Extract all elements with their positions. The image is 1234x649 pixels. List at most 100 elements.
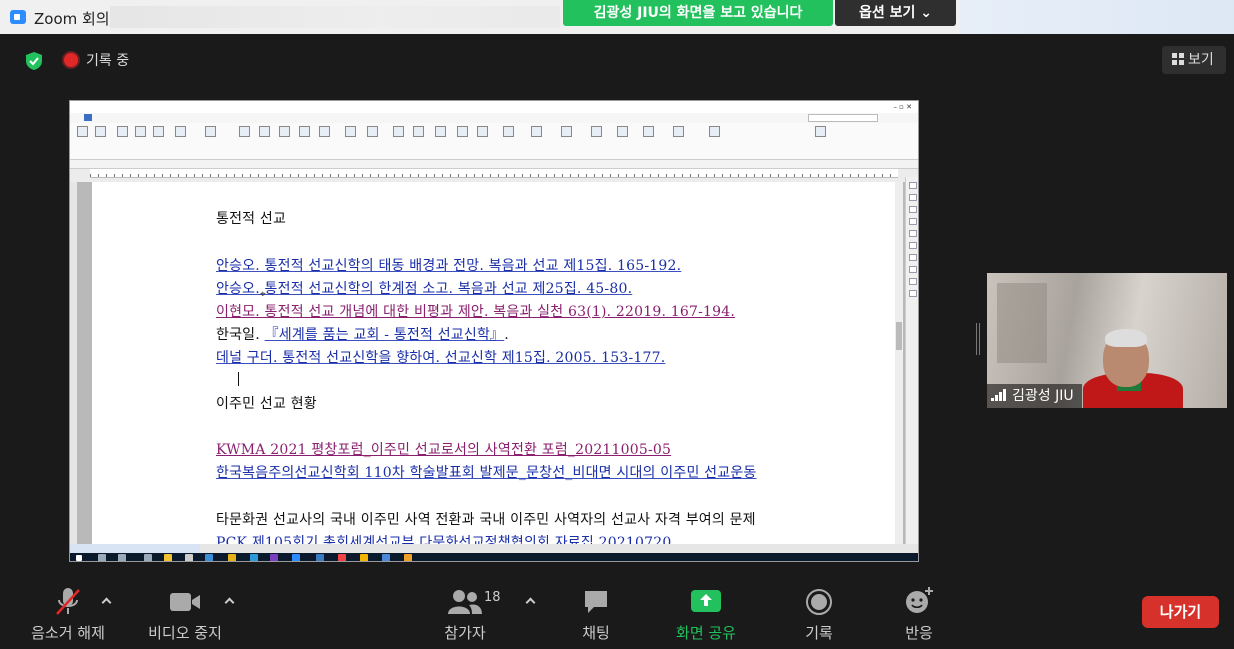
- hwp-side-toolbar: [905, 177, 918, 544]
- chat-button[interactable]: 채팅: [566, 582, 626, 649]
- doc-reference-link[interactable]: 『세계를 품는 교회 - 통전적 선교신학』: [265, 327, 505, 343]
- ribbon-tool-icon: [342, 126, 358, 139]
- ribbon-tool-icon: [296, 126, 312, 139]
- gallery-grid-icon: [1172, 53, 1184, 65]
- record-label: 기록: [805, 624, 833, 642]
- ribbon-tool-icon: [558, 126, 574, 139]
- signal-strength-icon: [991, 389, 1007, 401]
- ribbon-tool-icon: [390, 126, 406, 139]
- unmute-button[interactable]: 음소거 해제: [26, 582, 110, 649]
- muted-microphone-icon: [56, 588, 80, 615]
- document-scrollbar[interactable]: [895, 182, 903, 544]
- doc-reference-link[interactable]: 안승오. 통전적 선교신학의 태동 배경과 전망. 복음과 선교 제15집. 1…: [216, 255, 681, 275]
- zoom-logo-icon: [10, 10, 26, 24]
- record-icon: [806, 589, 832, 615]
- participants-button[interactable]: 18 참가자: [436, 582, 501, 649]
- unmute-label: 음소거 해제: [31, 624, 105, 642]
- video-options-chevron-icon[interactable]: [224, 596, 234, 606]
- shared-screen[interactable]: – ▫ ✕ 통전적 선교 안승오. 통전적 선교신학의 태동 배경과 전망. 복…: [69, 100, 919, 562]
- hwp-active-menu-tab: [84, 114, 92, 121]
- view-options-label: 옵션 보기: [858, 5, 916, 21]
- taskbar-app-icon: [250, 554, 258, 561]
- doc-reference-author: 한국일.: [216, 327, 265, 343]
- ribbon-tool-icon: [316, 126, 332, 139]
- ribbon-tool-icon: [114, 126, 130, 139]
- hwp-ribbon: [70, 123, 918, 160]
- chevron-down-icon: ⌄: [920, 5, 932, 21]
- ribbon-tool-icon: [202, 126, 218, 139]
- leave-button[interactable]: 나가기: [1142, 596, 1219, 628]
- doc-reference-link[interactable]: 데널 구더. 통전적 선교신학을 향하여. 선교신학 제15집. 2005. 1…: [216, 347, 665, 367]
- scrollbar-thumb[interactable]: [896, 322, 902, 350]
- ribbon-tool-icon: [256, 126, 272, 139]
- reaction-emoji-icon: [906, 587, 933, 613]
- ribbon-tool-icon: [640, 126, 656, 139]
- taskbar-app-icon: [228, 554, 236, 561]
- meeting-toolbar: 음소거 해제 비디오 중지 18 참가자 채팅 화면 공유 기록 반응: [0, 582, 1234, 649]
- doc-heading: 통전적 선교: [216, 211, 287, 227]
- ribbon-tool-icon: [276, 126, 292, 139]
- doc-reference-line: 한국일. 『세계를 품는 교회 - 통전적 선교신학』.: [216, 324, 509, 344]
- ribbon-tool-icon: [410, 126, 426, 139]
- ribbon-tool-icon: [150, 126, 166, 139]
- doc-reference-link[interactable]: KWMA 2021 평창포럼_이주민 선교로서의 사역전환 포럼_2021100…: [216, 439, 671, 459]
- hwp-titlebar: – ▫ ✕: [70, 101, 918, 113]
- doc-reference-link[interactable]: 이현모. 통전적 선교 개념에 대한 비평과 제안. 복음과 실천 63(1).…: [216, 301, 735, 321]
- record-dot-icon: [64, 53, 78, 67]
- participant-hair: [1105, 329, 1147, 347]
- taskbar-app-icon: [118, 554, 126, 561]
- document-area: 통전적 선교 안승오. 통전적 선교신학의 태동 배경과 전망. 복음과 선교 …: [70, 177, 918, 556]
- share-screen-button[interactable]: 화면 공유: [668, 582, 744, 649]
- doc-reference-link[interactable]: 안승오. 통전적 선교신학의 한계점 소고. 복음과 선교 제25집. 45-8…: [216, 278, 632, 298]
- participant-name: 김광성 JIU: [1012, 388, 1074, 404]
- ribbon-tool-icon: [92, 126, 108, 139]
- ribbon-tool-icon: [454, 126, 470, 139]
- view-options-button[interactable]: 옵션 보기 ⌄: [835, 0, 956, 26]
- participant-video-tile[interactable]: 김광성 JIU: [987, 273, 1227, 408]
- hwp-format-bar: [70, 160, 918, 169]
- stop-video-button[interactable]: 비디오 중지: [140, 582, 230, 649]
- share-screen-icon: [691, 590, 721, 612]
- audio-options-chevron-icon[interactable]: [101, 596, 111, 606]
- recording-indicator[interactable]: 기록 중: [64, 50, 129, 72]
- hwp-ruler: [90, 169, 898, 178]
- ribbon-tool-icon: [172, 126, 188, 139]
- ribbon-tool-icon: [614, 126, 630, 139]
- windows-taskbar: [70, 553, 918, 561]
- taskbar-app-icon: [205, 554, 213, 561]
- mouse-pointer-icon: ⌖: [260, 289, 266, 300]
- hwp-search-box: [808, 114, 878, 122]
- record-button[interactable]: 기록: [794, 582, 844, 649]
- ribbon-tool-icon: [432, 126, 448, 139]
- reactions-button[interactable]: 반응: [896, 582, 942, 649]
- video-camera-icon: [170, 593, 200, 611]
- video-background-object: [997, 283, 1047, 363]
- window-title: Zoom 회의: [34, 10, 110, 28]
- document-page[interactable]: 통전적 선교 안승오. 통전적 선교신학의 태동 배경과 전망. 복음과 선교 …: [92, 182, 898, 556]
- ribbon-tool-icon: [706, 126, 722, 139]
- background-window-ghost: [110, 6, 560, 28]
- view-button[interactable]: 보기: [1162, 46, 1226, 74]
- taskbar-app-icon: [185, 554, 193, 561]
- ribbon-tool-icon: [670, 126, 686, 139]
- doc-heading: 이주민 선교 현황: [216, 396, 317, 412]
- participants-icon: [448, 590, 482, 614]
- taskbar-app-icon: [164, 554, 172, 561]
- panel-splitter-handle[interactable]: [976, 323, 980, 355]
- security-shield-icon[interactable]: [24, 51, 44, 71]
- doc-reference-link[interactable]: 한국복음주의선교신학회 110차 학술발표회 발제문_문창선_비대면 시대의 이…: [216, 462, 757, 482]
- doc-reference-suffix: .: [504, 327, 509, 343]
- text-cursor: [238, 372, 239, 386]
- ribbon-tool-icon: [236, 126, 252, 139]
- chat-label: 채팅: [582, 624, 610, 642]
- participants-options-chevron-icon[interactable]: [525, 596, 535, 606]
- participants-count: 18: [484, 590, 501, 605]
- participant-name-tag: 김광성 JIU: [987, 384, 1082, 408]
- windows-start-icon: [76, 555, 82, 561]
- ribbon-tool-icon: [500, 126, 516, 139]
- participants-label: 참가자: [444, 624, 486, 642]
- ribbon-tool-icon: [588, 126, 604, 139]
- sharing-banner: 김광성 JIU의 화면을 보고 있습니다: [563, 0, 833, 26]
- share-screen-label: 화면 공유: [676, 624, 736, 642]
- background-window-ghost-right: [960, 0, 1234, 34]
